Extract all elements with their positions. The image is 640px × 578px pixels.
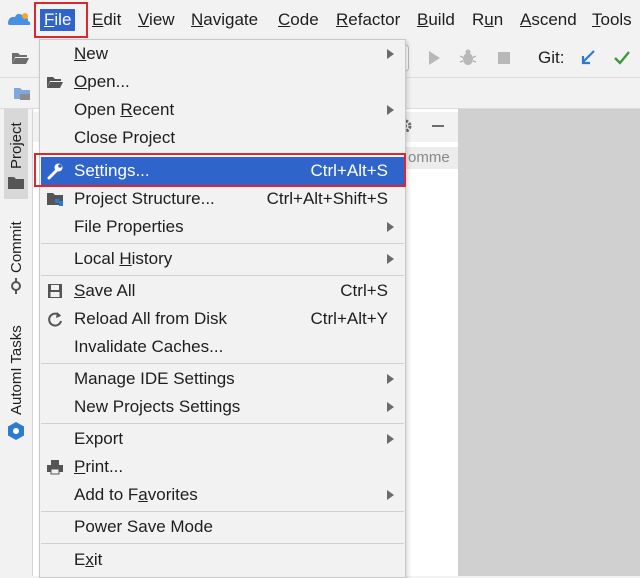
open-folder-icon[interactable] (10, 48, 30, 68)
menu-separator (41, 275, 404, 276)
git-commit-icon[interactable] (612, 48, 632, 68)
git-label: Git: (538, 48, 565, 67)
automl-tab-icon (8, 422, 24, 440)
menu-code[interactable]: Code (274, 9, 323, 31)
menu-item-label: Project Structure... (74, 189, 215, 208)
menu-item-label: Close Project (74, 128, 176, 147)
menu-item-add-to-favorites[interactable]: Add to Favorites (41, 481, 404, 509)
menu-separator (41, 363, 404, 364)
menu-item-settings[interactable]: Settings... Ctrl+Alt+S (41, 157, 404, 185)
menu-view[interactable]: View (134, 9, 179, 31)
menu-separator (41, 511, 404, 512)
minimize-icon[interactable] (429, 117, 447, 135)
menu-item-open-recent[interactable]: Open Recent (41, 96, 404, 124)
menu-item-label: Exit (74, 550, 103, 569)
menu-refactor[interactable]: Refactor (332, 9, 404, 31)
menu-item-close-project[interactable]: Close Project (41, 124, 404, 152)
menu-item-label: New (74, 44, 109, 63)
submenu-arrow-icon (387, 105, 394, 115)
tab-project-label: Project (8, 122, 25, 169)
column-header: omme (404, 147, 458, 169)
menu-navigate[interactable]: Navigate (187, 9, 262, 31)
commit-tab-icon (11, 278, 21, 294)
menu-item-label: Power Save Mode (74, 517, 213, 536)
menu-ascend[interactable]: Ascend (516, 9, 581, 31)
tab-automl-tasks[interactable]: AutomI Tasks (4, 319, 28, 449)
menu-bar: File Edit View Navigate Code Refactor Bu… (0, 0, 640, 39)
menu-item-open[interactable]: Open... (41, 68, 404, 96)
menu-item-shortcut: Ctrl+Alt+Shift+S (266, 189, 388, 208)
menu-item-save-all[interactable]: Save All Ctrl+S (41, 277, 404, 305)
submenu-arrow-icon (387, 434, 394, 444)
menu-item-label: Reload All from Disk (74, 309, 228, 328)
file-menu-dropdown: New Open... Open Recent Close Project Se… (39, 39, 406, 578)
stop-icon[interactable] (494, 48, 514, 68)
menu-item-label: Open... (74, 72, 130, 91)
menu-separator (41, 423, 404, 424)
menu-item-print[interactable]: Print... (41, 453, 404, 481)
tab-automl-tasks-label: AutomI Tasks (8, 325, 25, 415)
printer-icon (47, 460, 63, 475)
menu-item-label: Local History (74, 249, 173, 268)
tab-project[interactable]: Project (4, 109, 28, 199)
menu-item-project-structure[interactable]: Project Structure... Ctrl+Alt+Shift+S (41, 185, 404, 213)
menu-item-new-projects-settings[interactable]: New Projects Settings (41, 393, 404, 421)
menu-separator (41, 543, 404, 544)
menu-edit[interactable]: Edit (88, 9, 125, 31)
submenu-arrow-icon (387, 402, 394, 412)
menu-file[interactable]: File (40, 9, 76, 31)
project-structure-icon (47, 193, 63, 206)
menu-separator (41, 154, 404, 155)
menu-item-label: Invalidate Caches... (74, 337, 224, 356)
run-icon[interactable] (424, 48, 444, 68)
submenu-arrow-icon (387, 254, 394, 264)
menu-item-label: New Projects Settings (74, 397, 241, 416)
open-folder-icon (47, 77, 63, 88)
save-icon (48, 284, 62, 298)
menu-item-label: Print... (74, 457, 124, 476)
menu-run[interactable]: Run (468, 9, 507, 31)
menu-item-local-history[interactable]: Local History (41, 245, 404, 273)
menu-item-shortcut: Ctrl+Alt+Y (310, 309, 388, 328)
tab-commit-label: Commit (8, 221, 25, 273)
menu-item-invalidate-caches[interactable]: Invalidate Caches... (41, 333, 404, 361)
app-logo-icon (8, 13, 31, 25)
menu-item-shortcut: Ctrl+S (340, 281, 388, 300)
menu-item-exit[interactable]: Exit (41, 546, 404, 574)
menu-item-label: Export (74, 429, 124, 448)
submenu-arrow-icon (387, 490, 394, 500)
submenu-arrow-icon (387, 222, 394, 232)
submenu-arrow-icon (387, 49, 394, 59)
menu-item-file-properties[interactable]: File Properties (41, 213, 404, 241)
menu-item-new[interactable]: New (41, 40, 404, 68)
menu-tools[interactable]: Tools (588, 9, 636, 31)
project-tab-icon (8, 177, 24, 189)
wrench-icon (47, 163, 63, 180)
debug-icon[interactable] (458, 48, 478, 68)
left-tool-strip: Project Commit AutomI Tasks (0, 109, 33, 576)
git-update-icon[interactable] (578, 48, 598, 68)
menu-build[interactable]: Build (413, 9, 459, 31)
menu-item-shortcut: Ctrl+Alt+S (310, 161, 388, 180)
menu-item-label: Manage IDE Settings (74, 369, 235, 388)
menu-item-label: Open Recent (74, 100, 175, 119)
menu-item-label: Add to Favorites (74, 485, 198, 504)
reload-icon (48, 312, 62, 327)
tab-commit[interactable]: Commit (4, 209, 28, 299)
menu-item-manage-ide-settings[interactable]: Manage IDE Settings (41, 365, 404, 393)
menu-item-export[interactable]: Export (41, 425, 404, 453)
menu-item-power-save-mode[interactable]: Power Save Mode (41, 513, 404, 541)
menu-item-label: Save All (74, 281, 136, 300)
editor-area (458, 109, 640, 576)
submenu-arrow-icon (387, 374, 394, 384)
menu-separator (41, 243, 404, 244)
project-folder-icon[interactable] (12, 83, 32, 103)
menu-item-reload-all[interactable]: Reload All from Disk Ctrl+Alt+Y (41, 305, 404, 333)
menu-item-label: File Properties (74, 217, 184, 236)
menu-item-label: Settings... (74, 161, 150, 180)
